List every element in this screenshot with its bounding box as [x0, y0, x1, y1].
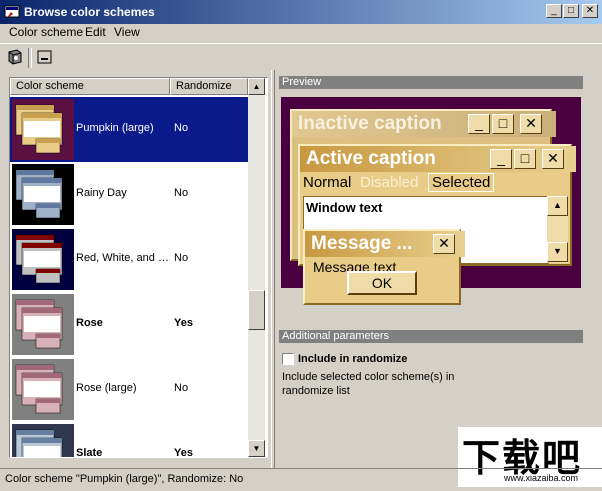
scheme-name: Rose (large): [76, 382, 137, 394]
maximize-button[interactable]: □: [563, 4, 579, 18]
preview-scroll-down-icon: ▼: [547, 242, 568, 262]
scheme-name: Rainy Day: [76, 187, 127, 199]
active-close-icon: ✕: [542, 149, 564, 169]
title-bar: Browse color schemes _ □ ✕: [0, 0, 602, 24]
params-section-header: Additional parameters: [279, 330, 583, 343]
list-item[interactable]: Slate Yes: [10, 422, 248, 458]
scroll-thumb[interactable]: [248, 290, 265, 330]
list-scrollbar[interactable]: ▲ ▼: [248, 78, 265, 457]
list-item[interactable]: Red, White, and Blue (VGA)No: [10, 227, 248, 292]
preview-ok-button: OK: [347, 271, 417, 295]
preview-menu-normal: Normal: [303, 174, 352, 191]
status-text: Color scheme "Pumpkin (large)", Randomiz…: [5, 473, 244, 485]
active-maximize-icon: □: [514, 149, 536, 169]
status-bar: Color scheme "Pumpkin (large)", Randomiz…: [0, 468, 602, 491]
preview-window-text: Window text: [306, 200, 383, 215]
preview-area: Inactive caption _ □ ✕ Active caption _ …: [281, 97, 581, 305]
minimize-button[interactable]: _: [546, 4, 562, 18]
app-icon: [4, 5, 20, 18]
scheme-name: Red, White, and Blue (VGA): [76, 252, 172, 264]
active-minimize-icon: _: [490, 149, 512, 169]
maximize-icon: □: [567, 5, 575, 16]
scheme-randomize: No: [174, 382, 189, 394]
preview-menu-disabled: Disabled: [360, 174, 419, 191]
menu-edit[interactable]: Edit: [82, 24, 109, 41]
scheme-randomize: Yes: [174, 317, 193, 329]
scroll-up-button[interactable]: ▲: [248, 78, 265, 95]
inactive-minimize-icon: _: [468, 114, 490, 134]
scheme-randomize: No: [174, 252, 189, 264]
list-item[interactable]: Rose Yes: [10, 292, 248, 357]
scheme-thumbnail-icon: [12, 164, 74, 225]
list-item[interactable]: Pumpkin (large) No: [10, 97, 248, 162]
color-scheme-tool-button[interactable]: [4, 47, 26, 68]
scheme-thumbnail-icon: [12, 359, 74, 420]
list-header: Color scheme Randomize: [10, 78, 248, 95]
menu-view[interactable]: View: [111, 24, 143, 41]
scheme-name: Pumpkin (large): [76, 122, 154, 134]
preview-menu-selected: Selected: [428, 173, 495, 192]
close-icon: ✕: [585, 5, 595, 16]
menu-bar: Color scheme Edit View: [0, 24, 602, 42]
scheme-randomize: No: [174, 122, 189, 134]
toolbar-separator: [28, 48, 32, 68]
minimize-icon: _: [551, 5, 557, 16]
toolbar: [0, 43, 602, 71]
color-scheme-list[interactable]: Color scheme Randomize Pumpkin (large) No…: [9, 77, 268, 458]
scroll-down-button[interactable]: ▼: [248, 440, 265, 457]
color-scheme-icon: [8, 49, 22, 65]
panel-splitter[interactable]: [271, 70, 275, 468]
minimize-tool-button[interactable]: [34, 47, 56, 68]
menu-color-scheme[interactable]: Color scheme: [6, 24, 86, 41]
include-in-randomize-label[interactable]: Include in randomize: [298, 353, 407, 365]
inactive-maximize-icon: □: [492, 114, 514, 134]
list-item[interactable]: Rainy Day No: [10, 162, 248, 227]
scheme-randomize: No: [174, 187, 189, 199]
window-title: Browse color schemes: [24, 5, 155, 19]
scheme-thumbnail-icon: [12, 229, 74, 290]
preview-section-header: Preview: [279, 76, 583, 89]
scheme-thumbnail-icon: [12, 424, 74, 457]
preview-scroll-up-icon: ▲: [547, 196, 568, 216]
column-header-randomize[interactable]: Randomize: [170, 78, 248, 95]
inactive-caption: Inactive caption: [292, 111, 556, 137]
include-in-randomize-checkbox[interactable]: [282, 353, 294, 365]
list-item[interactable]: Rose (large) No: [10, 357, 248, 422]
scheme-thumbnail-icon: [12, 99, 74, 160]
close-button[interactable]: ✕: [582, 4, 598, 18]
inactive-close-icon: ✕: [520, 114, 542, 134]
message-close-icon: ✕: [433, 234, 455, 254]
scheme-thumbnail-icon: [12, 294, 74, 355]
minimize-window-icon: [37, 50, 52, 64]
column-header-color-scheme[interactable]: Color scheme: [10, 78, 170, 95]
scheme-name: Rose: [76, 317, 103, 329]
include-description: Include selected color scheme(s) in rand…: [282, 371, 455, 397]
preview-scrollbar: ▲ ▼: [547, 196, 568, 263]
scheme-name: Slate: [76, 447, 103, 458]
scheme-randomize: Yes: [174, 447, 193, 458]
